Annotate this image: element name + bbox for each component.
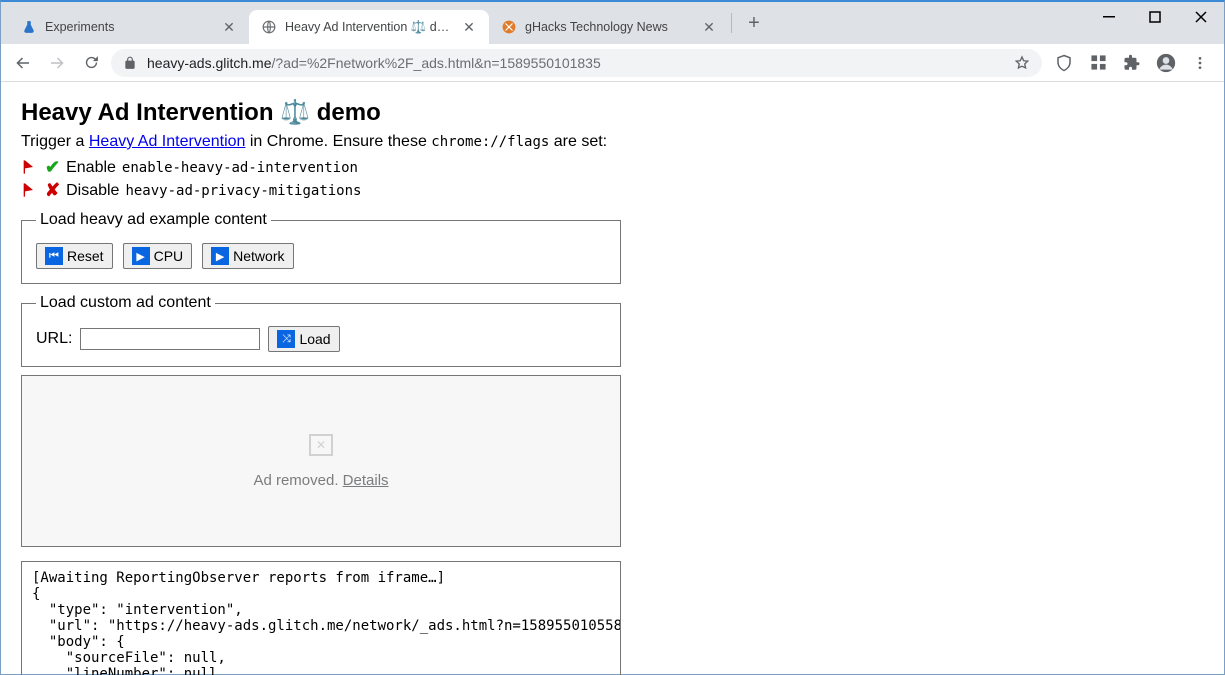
browser-titlebar: Experiments ✕ Heavy Ad Intervention ⚖️ d… — [1, 2, 1224, 44]
rewind-icon: ⏮ — [45, 247, 63, 265]
flag-name: enable-heavy-ad-intervention — [122, 160, 358, 176]
page-content[interactable]: Heavy Ad Intervention ⚖️ demo Trigger a … — [1, 82, 1224, 675]
tab-title: Heavy Ad Intervention ⚖️ demo — [285, 20, 453, 35]
flag-icon — [21, 182, 39, 200]
flag-enable-row: ✔ Enable enable-heavy-ad-intervention — [21, 157, 1204, 178]
fieldset-custom-content: Load custom ad content URL: ⤨ Load — [21, 294, 621, 367]
page-viewport: Heavy Ad Intervention ⚖️ demo Trigger a … — [1, 82, 1224, 675]
shuffle-icon: ⤨ — [277, 330, 295, 348]
site-icon — [501, 19, 517, 35]
profile-avatar-icon[interactable] — [1154, 51, 1178, 75]
back-button[interactable] — [9, 49, 37, 77]
flag-icon — [21, 159, 39, 177]
network-button[interactable]: ▶ Network — [202, 243, 293, 269]
close-icon[interactable]: ✕ — [461, 19, 477, 35]
forward-button[interactable] — [43, 49, 71, 77]
minimize-button[interactable] — [1086, 2, 1132, 32]
tab-strip: Experiments ✕ Heavy Ad Intervention ⚖️ d… — [1, 2, 768, 44]
ad-removed-text: Ad removed. Details — [253, 472, 388, 489]
new-tab-button[interactable]: + — [740, 9, 768, 37]
url-label: URL: — [36, 330, 72, 348]
report-output[interactable]: [Awaiting ReportingObserver reports from… — [21, 561, 621, 675]
heavy-ad-link[interactable]: Heavy Ad Intervention — [89, 133, 246, 150]
flags-path: chrome://flags — [431, 134, 549, 150]
globe-icon — [261, 19, 277, 35]
browser-toolbar: heavy-ads.glitch.me/?ad=%2Fnetwork%2F_ad… — [1, 44, 1224, 82]
kebab-menu-icon[interactable] — [1188, 51, 1212, 75]
check-icon: ✔ — [45, 157, 60, 178]
broken-image-icon — [309, 434, 333, 456]
reset-button[interactable]: ⏮ Reset — [36, 243, 113, 269]
tab-heavy-ad-demo[interactable]: Heavy Ad Intervention ⚖️ demo ✕ — [249, 10, 489, 44]
x-icon: ✘ — [45, 180, 60, 201]
url-input[interactable] — [80, 328, 260, 350]
tab-title: Experiments — [45, 20, 213, 34]
shield-icon[interactable] — [1052, 51, 1076, 75]
url-text: heavy-ads.glitch.me/?ad=%2Fnetwork%2F_ad… — [147, 55, 1004, 71]
tab-separator — [731, 13, 732, 33]
tab-title: gHacks Technology News — [525, 20, 693, 34]
maximize-button[interactable] — [1132, 2, 1178, 32]
flag-disable-row: ✘ Disable heavy-ad-privacy-mitigations — [21, 180, 1204, 201]
close-window-button[interactable] — [1178, 2, 1224, 32]
cpu-button[interactable]: ▶ CPU — [123, 243, 193, 269]
tab-ghacks[interactable]: gHacks Technology News ✕ — [489, 10, 729, 44]
flag-name: heavy-ad-privacy-mitigations — [125, 183, 361, 199]
page-title: Heavy Ad Intervention ⚖️ demo — [21, 98, 1204, 127]
address-bar[interactable]: heavy-ads.glitch.me/?ad=%2Fnetwork%2F_ad… — [111, 49, 1042, 77]
fieldset-legend: Load custom ad content — [36, 294, 215, 312]
tab-experiments[interactable]: Experiments ✕ — [9, 10, 249, 44]
details-link[interactable]: Details — [343, 472, 389, 489]
fieldset-example-content: Load heavy ad example content ⏮ Reset ▶ … — [21, 211, 621, 284]
window-controls — [1086, 2, 1224, 44]
reload-button[interactable] — [77, 49, 105, 77]
lock-icon — [123, 56, 137, 70]
close-icon[interactable]: ✕ — [221, 19, 237, 35]
flask-icon — [21, 19, 37, 35]
load-button[interactable]: ⤨ Load — [268, 326, 339, 352]
fieldset-legend: Load heavy ad example content — [36, 211, 271, 229]
toolbar-actions — [1048, 51, 1216, 75]
play-icon: ▶ — [132, 247, 150, 265]
play-icon: ▶ — [211, 247, 229, 265]
extension-grid-icon[interactable] — [1086, 51, 1110, 75]
puzzle-icon[interactable] — [1120, 51, 1144, 75]
intro-text: Trigger a Heavy Ad Intervention in Chrom… — [21, 133, 1204, 151]
close-icon[interactable]: ✕ — [701, 19, 717, 35]
ad-removed-panel: Ad removed. Details — [21, 375, 621, 547]
star-icon[interactable] — [1014, 55, 1030, 71]
